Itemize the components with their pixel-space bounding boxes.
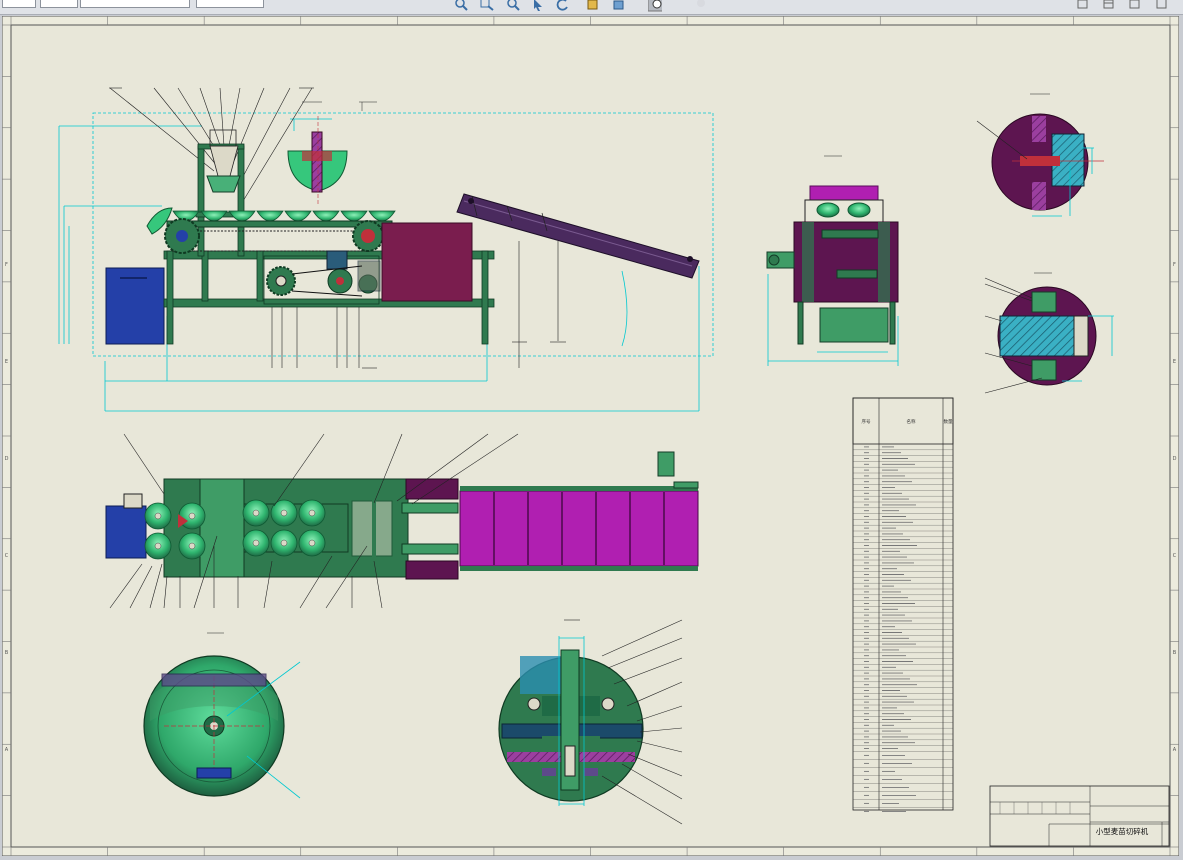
drawing-sheet[interactable]: F F E E D D C C B B A A 序号 名称 数量 小型麦苗切碎机 [2, 16, 1179, 856]
zone-letter-left: E [5, 359, 8, 365]
plan-motor [105, 505, 147, 559]
title-block[interactable]: 小型麦苗切碎机 [989, 785, 1170, 847]
zoom-area-icon[interactable] [480, 0, 494, 12]
maximize-icon[interactable] [1154, 0, 1168, 10]
bom-table[interactable]: 序号 名称 数量 [852, 397, 954, 812]
zone-letter-left: A [5, 747, 9, 753]
plan-bowl-hub [188, 512, 196, 520]
toolbar-field-3[interactable] [80, 0, 190, 8]
toolbar-field-2[interactable] [40, 0, 78, 8]
plan-bowl-hub [280, 539, 288, 547]
crushing-box [381, 222, 473, 302]
zone-letter-right: F [1173, 262, 1176, 268]
hide-show-icon[interactable] [694, 0, 708, 12]
select-icon[interactable] [532, 0, 546, 12]
plan-bowl-hub [188, 542, 196, 550]
zone-letter-left: B [5, 650, 9, 656]
bom-header-no: 序号 [862, 418, 871, 425]
zone-letter-right: C [1173, 553, 1177, 559]
drawing-canvas: F F E E D D C C B B A A 序号 名称 数量 小型麦苗切碎机 [2, 16, 1179, 856]
close-window-icon[interactable] [1128, 0, 1142, 10]
plan-bowl-hub [252, 539, 260, 547]
restore-icon[interactable] [1076, 0, 1090, 10]
bom-header-name: 名称 [907, 418, 916, 425]
cutter-head [206, 175, 241, 193]
zoom-to-fit-icon[interactable] [454, 0, 468, 12]
display-style-icon[interactable] [612, 0, 626, 12]
view-orientation-icon[interactable] [648, 0, 662, 12]
zone-letter-left: D [5, 456, 9, 462]
drawing-title: 小型麦苗切碎机 [1096, 826, 1149, 836]
zoom-in-out-icon[interactable] [506, 0, 520, 12]
plan-conveyor-motor [657, 451, 675, 477]
plan-bowl-hub [308, 539, 316, 547]
plan-conveyor [459, 490, 699, 567]
rotate-icon[interactable] [556, 0, 570, 12]
toolbar-field-4[interactable] [196, 0, 264, 8]
bom-header-qty: 数量 [944, 418, 953, 425]
plan-bowl-hub [308, 509, 316, 517]
top-toolbar [0, 0, 1183, 15]
zone-letter-right: E [1173, 359, 1176, 365]
toolbar-field-1[interactable] [2, 0, 36, 8]
plan-bowl-hub [154, 512, 162, 520]
plan-bowl-hub [154, 542, 162, 550]
zone-letter-left: C [5, 553, 9, 559]
zone-letter-left: F [5, 262, 8, 268]
plan-bowl-hub [280, 509, 288, 517]
motor-housing [105, 267, 165, 345]
tile-icon[interactable] [1102, 0, 1116, 10]
side-base-box [819, 307, 889, 343]
zone-letter-right: B [1173, 650, 1177, 656]
section-view-icon[interactable] [586, 0, 600, 12]
zone-letter-right: A [1173, 747, 1177, 753]
zone-letter-right: D [1173, 456, 1177, 462]
plan-bowl-hub [252, 509, 260, 517]
